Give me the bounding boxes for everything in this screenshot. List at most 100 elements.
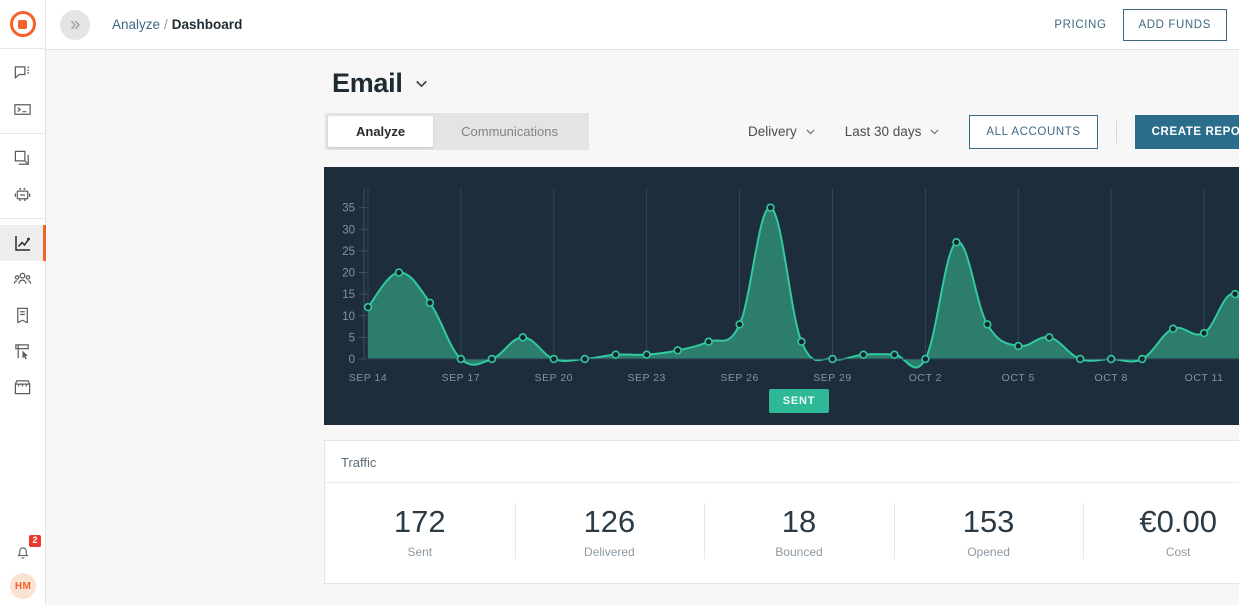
sidebar-item-docs[interactable]: [0, 297, 46, 333]
chart-data-point[interactable]: [457, 356, 464, 363]
logo-ring-icon: [10, 11, 36, 37]
chart-x-tick-label: SEP 14: [349, 372, 387, 383]
chart-data-point[interactable]: [519, 334, 526, 341]
chart-data-point[interactable]: [860, 351, 867, 358]
chart-data-point[interactable]: [643, 351, 650, 358]
chart-data-point[interactable]: [798, 338, 805, 345]
stat-label: Delivered: [584, 545, 635, 559]
chart-data-point[interactable]: [829, 356, 836, 363]
pricing-link[interactable]: PRICING: [1054, 19, 1106, 31]
notification-badge: 2: [29, 535, 41, 547]
chart-data-point[interactable]: [674, 347, 681, 354]
stat-sent: 172Sent: [325, 504, 515, 559]
sidebar-item-chat[interactable]: [0, 55, 46, 91]
traffic-title: Traffic: [325, 441, 1239, 483]
stat-value: 126: [584, 504, 636, 540]
sidebar-item-contacts[interactable]: [0, 261, 46, 297]
avatar[interactable]: HM: [10, 573, 36, 599]
chart-data-point[interactable]: [1139, 356, 1146, 363]
chart-card: 05101520253035SEP 14SEP 17SEP 20SEP 23SE…: [324, 167, 1239, 425]
sidebar-collapse-button[interactable]: [60, 10, 90, 40]
app-logo[interactable]: [0, 0, 46, 48]
chart-data-point[interactable]: [550, 356, 557, 363]
chart-data-point[interactable]: [736, 321, 743, 328]
tab-communications[interactable]: Communications: [433, 116, 586, 147]
chart-x-tick-label: OCT 8: [1095, 372, 1128, 383]
breadcrumb-root[interactable]: Analyze: [112, 17, 160, 32]
chart-y-tick-label: 15: [342, 289, 355, 301]
chart-data-point[interactable]: [1108, 356, 1115, 363]
chart-data-point[interactable]: [1046, 334, 1053, 341]
sidebar-item-terminal[interactable]: [0, 91, 46, 127]
chart-x-tick-label: SEP 17: [442, 372, 480, 383]
chart-data-point[interactable]: [891, 351, 898, 358]
stat-label: Bounced: [775, 545, 822, 559]
sidebar-item-forms[interactable]: [0, 333, 46, 369]
chart-data-point[interactable]: [1232, 291, 1239, 298]
content-area: Email Analyze Communications Deliv: [46, 50, 1239, 605]
stat-opened: 153 Opened: [894, 504, 1084, 559]
page-title-dropdown-button[interactable]: [413, 75, 430, 92]
chart-data-point[interactable]: [581, 356, 588, 363]
chart-data-point[interactable]: [1201, 330, 1208, 337]
page-title: Email: [332, 68, 403, 99]
chart-line-icon: [13, 233, 33, 253]
add-funds-button[interactable]: ADD FUNDS: [1123, 9, 1228, 41]
app-root: 2 HM Analyze / Dashboard PRICING ADD FUN…: [0, 0, 1239, 605]
metric-dropdown-label: Delivery: [748, 124, 797, 139]
metric-dropdown[interactable]: Delivery: [748, 124, 817, 139]
stat-label: Opened: [967, 545, 1010, 559]
sidebar-item-campaigns[interactable]: [0, 140, 46, 176]
chart-y-tick-label: 5: [349, 332, 355, 344]
chart-data-point[interactable]: [1015, 343, 1022, 350]
chevron-down-icon: [804, 125, 817, 138]
left-sidebar: 2 HM: [0, 0, 46, 605]
chart-data-point[interactable]: [1170, 325, 1177, 332]
chart-x-tick-label: OCT 11: [1185, 372, 1224, 383]
chart-data-point[interactable]: [488, 356, 495, 363]
breadcrumb-separator: /: [164, 17, 168, 32]
chart-data-point[interactable]: [953, 239, 960, 246]
sidebar-item-analyze[interactable]: [0, 225, 46, 261]
chart-legend: SENT: [324, 389, 1239, 413]
chart-x-tick-label: OCT 2: [909, 372, 942, 383]
chart-x-tick-label: OCT 5: [1002, 372, 1035, 383]
stat-label: Sent: [407, 545, 432, 559]
chart-data-point[interactable]: [705, 338, 712, 345]
sidebar-item-store[interactable]: [0, 369, 46, 405]
all-accounts-button[interactable]: ALL ACCOUNTS: [969, 115, 1097, 149]
chart-data-point[interactable]: [767, 204, 774, 211]
legend-item-sent[interactable]: SENT: [769, 389, 830, 413]
terminal-icon: [13, 100, 32, 119]
create-report-button[interactable]: CREATE REPORT: [1135, 115, 1239, 149]
chart-y-tick-label: 30: [342, 224, 355, 236]
chart-data-point[interactable]: [427, 299, 434, 306]
toolbar-divider: [1116, 121, 1117, 143]
chart-y-tick-label: 20: [342, 268, 355, 280]
chart-data-point[interactable]: [612, 351, 619, 358]
notifications-button[interactable]: 2: [8, 537, 38, 567]
chart-data-point[interactable]: [1077, 356, 1084, 363]
chart-data-point[interactable]: [365, 304, 372, 311]
chart-data-point[interactable]: [396, 269, 403, 276]
breadcrumb: Analyze / Dashboard: [112, 17, 242, 32]
stat-bounced: 18 Bounced: [704, 504, 894, 559]
traffic-card: Traffic 172Sent 126 Delivered 18 Bounced 153 O…: [324, 440, 1239, 584]
sidebar-item-automation[interactable]: [0, 176, 46, 212]
top-bar: Analyze / Dashboard PRICING ADD FUNDS: [46, 0, 1239, 50]
tab-analyze[interactable]: Analyze: [328, 116, 433, 147]
chart-x-tick-label: SEP 23: [627, 372, 665, 383]
chart-y-tick-label: 25: [342, 246, 355, 258]
date-range-dropdown[interactable]: Last 30 days: [845, 124, 942, 139]
chart-y-tick-label: 0: [349, 354, 355, 366]
chart-data-point[interactable]: [984, 321, 991, 328]
stat-value: 18: [782, 504, 816, 540]
store-icon: [13, 378, 32, 397]
tab-group: Analyze Communications: [325, 113, 589, 150]
chart-data-point[interactable]: [922, 356, 929, 363]
stat-label: Cost: [1166, 545, 1191, 559]
chart-x-tick-label: SEP 29: [813, 372, 851, 383]
content-inner: Email Analyze Communications Deliv: [324, 50, 1239, 584]
stat-value: 153: [963, 504, 1015, 540]
sent-area-chart[interactable]: 05101520253035SEP 14SEP 17SEP 20SEP 23SE…: [324, 167, 1239, 383]
